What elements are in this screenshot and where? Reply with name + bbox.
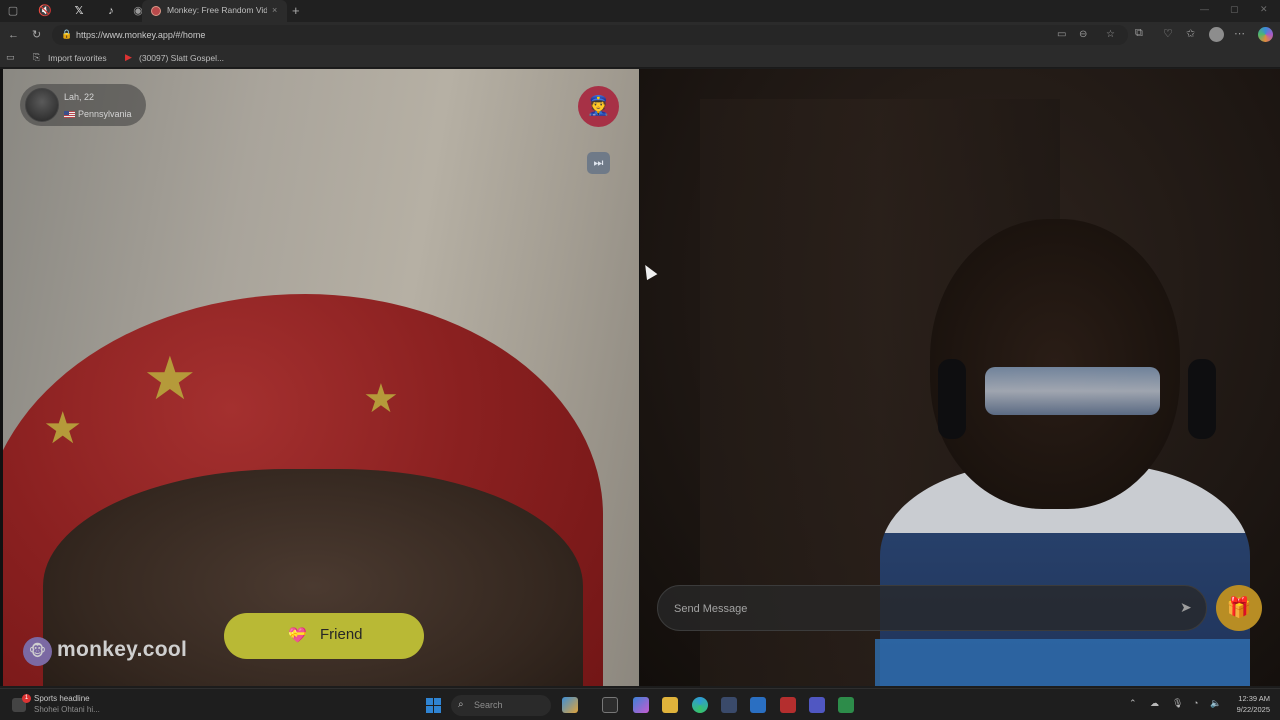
news-badge: 1	[22, 694, 31, 703]
star-icon: ★	[143, 345, 197, 412]
microphone-icon[interactable]: 🎙	[1172, 698, 1183, 709]
video-chat-area: ★ ★ ★ Lah, 22 Pennsylvania 👮 ⏭ 🐵 monkey.…	[0, 69, 1280, 686]
chevron-up-icon[interactable]: ⌃	[1129, 698, 1137, 709]
close-window-icon[interactable]: ✕	[1260, 4, 1268, 15]
new-tab-button[interactable]: +	[292, 3, 300, 18]
task-view-icon[interactable]	[602, 697, 618, 713]
tiktok-icon[interactable]: ♪	[104, 4, 118, 18]
partner-location: Pennsylvania	[64, 109, 132, 119]
self-shirt-band	[875, 639, 1250, 686]
brand-text: monkey.cool	[57, 638, 188, 661]
star-icon: ★	[363, 377, 399, 421]
partner-name-age: Lah, 22	[64, 92, 95, 102]
import-icon: ⎘	[33, 52, 41, 62]
windows-taskbar: 1 Sports headline Shohei Ohtani hi... ⌕ …	[0, 688, 1280, 720]
taskbar-search-placeholder: Search	[474, 700, 503, 710]
record-icon	[151, 6, 161, 16]
us-flag-icon	[64, 111, 75, 118]
maximize-icon[interactable]: ▢	[1230, 4, 1239, 15]
minimize-icon[interactable]: —	[1200, 4, 1209, 14]
app-available-icon[interactable]: ▭	[1057, 29, 1066, 40]
partner-info-card[interactable]: Lah, 22 Pennsylvania	[20, 84, 146, 126]
star-icon: ★	[43, 404, 83, 453]
volume-icon[interactable]: 🔈	[1210, 698, 1221, 709]
file-explorer-icon[interactable]	[662, 697, 678, 713]
x-logo-icon[interactable]: 𝕏	[72, 4, 86, 18]
acrobat-icon[interactable]	[780, 697, 796, 713]
refresh-icon[interactable]: ↻	[32, 28, 41, 42]
extensions-icon[interactable]: ⧉	[1135, 27, 1143, 40]
url-text[interactable]: https://www.monkey.app/#/home	[76, 30, 205, 40]
tracking-icon[interactable]: ⊖	[1079, 29, 1087, 40]
outlook-icon[interactable]	[750, 697, 766, 713]
taskbar-time[interactable]: 12:39 AM	[1230, 694, 1270, 703]
favorite-import[interactable]: Import favorites	[48, 53, 107, 63]
widgets-app-icon[interactable]	[562, 697, 578, 713]
friend-button[interactable]: 💝 Friend	[224, 613, 424, 659]
gift-button[interactable]: 🎁	[1216, 585, 1262, 631]
sidebar-toggle-icon[interactable]: ▭	[6, 52, 15, 63]
taskbar-search[interactable]: ⌕ Search	[451, 695, 551, 716]
monkey-logo-icon: 🐵	[23, 637, 52, 666]
onedrive-icon[interactable]: ☁	[1150, 698, 1159, 709]
address-bar[interactable]: 🔒 https://www.monkey.app/#/home ▭ ⊖ ☆	[52, 25, 1128, 45]
start-button[interactable]	[426, 698, 441, 713]
self-head	[930, 219, 1180, 509]
muted-tab-icon[interactable]: 🔇	[38, 4, 52, 18]
navigation-bar: ← ↻ 🔒 https://www.monkey.app/#/home ▭ ⊖ …	[0, 22, 1280, 48]
profile-avatar[interactable]	[1209, 27, 1224, 42]
terminal-app-icon[interactable]	[838, 697, 854, 713]
edge-browser-icon[interactable]	[692, 697, 708, 713]
app-icon[interactable]	[809, 697, 825, 713]
skip-next-button[interactable]: ⏭	[587, 152, 610, 174]
favorites-icon[interactable]: ✩	[1186, 27, 1195, 40]
search-icon: ⌕	[458, 699, 464, 710]
store-icon[interactable]	[721, 697, 737, 713]
partner-video: ★ ★ ★ Lah, 22 Pennsylvania 👮 ⏭ 🐵 monkey.…	[3, 69, 639, 686]
partner-location-text: Pennsylvania	[78, 109, 132, 119]
browser-essentials-icon[interactable]: ♡	[1163, 27, 1173, 40]
report-police-button[interactable]: 👮	[578, 86, 619, 127]
heart-icon: 💝	[288, 627, 307, 644]
headphone-left	[938, 359, 966, 439]
news-subtitle[interactable]: Shohei Ohtani hi...	[34, 705, 100, 714]
sidebar-icon[interactable]: ▢	[6, 4, 20, 18]
close-tab-icon[interactable]: ×	[272, 5, 277, 15]
send-icon[interactable]: ➤	[1180, 599, 1192, 616]
taskbar-date[interactable]: 9/22/2025	[1230, 705, 1270, 714]
send-message-input[interactable]	[674, 599, 1154, 619]
back-icon[interactable]: ←	[8, 28, 19, 42]
favorite-youtube[interactable]: (30097) Slatt Gospel...	[139, 53, 224, 63]
copilot-icon[interactable]	[1258, 27, 1273, 42]
more-menu-icon[interactable]: ⋯	[1234, 27, 1245, 40]
copilot-app-icon[interactable]	[633, 697, 649, 713]
headphone-right	[1188, 359, 1216, 439]
self-glasses	[985, 367, 1160, 415]
favorites-bar: ▭ ⎘ Import favorites ▶ (30097) Slatt Gos…	[0, 48, 1280, 68]
wifi-icon[interactable]: ◔	[1193, 698, 1198, 708]
message-box[interactable]: ➤	[657, 585, 1207, 631]
youtube-icon: ▶	[125, 52, 132, 62]
partner-avatar	[25, 88, 59, 122]
browser-tab-strip: ▢ 🔇 𝕏 ♪ ◉ Monkey: Free Random Video × + …	[0, 0, 1280, 22]
active-tab[interactable]: Monkey: Free Random Video ×	[142, 0, 287, 22]
friend-button-label: Friend	[320, 626, 363, 643]
active-tab-title: Monkey: Free Random Video	[167, 5, 267, 15]
favorite-star-icon[interactable]: ☆	[1106, 29, 1115, 40]
news-title[interactable]: Sports headline	[34, 694, 90, 703]
lock-icon[interactable]: 🔒	[61, 29, 72, 40]
